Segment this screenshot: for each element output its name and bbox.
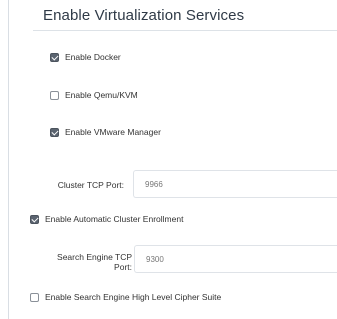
search-engine-tcp-port-input[interactable]: 9300 xyxy=(134,245,337,273)
vmware-checkbox[interactable] xyxy=(50,127,59,137)
vmware-label: Enable VMware Manager xyxy=(65,127,161,137)
cluster-enrollment-label: Enable Automatic Cluster Enrollment xyxy=(45,214,184,224)
search-engine-tcp-port-value: 9300 xyxy=(146,254,164,264)
search-engine-tcp-port-label-line2: Port: xyxy=(114,262,132,272)
cluster-enrollment-checkbox[interactable] xyxy=(30,214,39,224)
title-divider xyxy=(33,30,337,31)
qemu-option[interactable]: Enable Qemu/KVM xyxy=(50,90,138,100)
qemu-label: Enable Qemu/KVM xyxy=(65,90,138,100)
docker-label: Enable Docker xyxy=(65,52,121,62)
section-title: Enable Virtualization Services xyxy=(43,7,245,24)
virtualization-settings-panel: Enable Virtualization Services Enable Do… xyxy=(0,0,337,319)
cipher-suite-option[interactable]: Enable Search Engine High Level Cipher S… xyxy=(30,292,221,302)
cluster-tcp-port-label: Cluster TCP Port: xyxy=(57,180,124,190)
search-engine-tcp-port-label: Search Engine TCP Port: xyxy=(40,252,132,272)
cipher-suite-label: Enable Search Engine High Level Cipher S… xyxy=(45,292,222,302)
docker-option[interactable]: Enable Docker xyxy=(50,52,121,62)
cluster-tcp-port-input[interactable]: 9966 xyxy=(133,170,337,198)
qemu-checkbox[interactable] xyxy=(50,90,59,100)
docker-checkbox[interactable] xyxy=(50,52,59,62)
panel-left-border xyxy=(8,0,9,319)
vmware-option[interactable]: Enable VMware Manager xyxy=(50,127,161,137)
search-engine-tcp-port-label-line1: Search Engine TCP xyxy=(57,252,132,262)
cluster-tcp-port-value: 9966 xyxy=(145,179,163,189)
cluster-enrollment-option[interactable]: Enable Automatic Cluster Enrollment xyxy=(30,214,183,224)
cipher-suite-checkbox[interactable] xyxy=(30,292,39,302)
